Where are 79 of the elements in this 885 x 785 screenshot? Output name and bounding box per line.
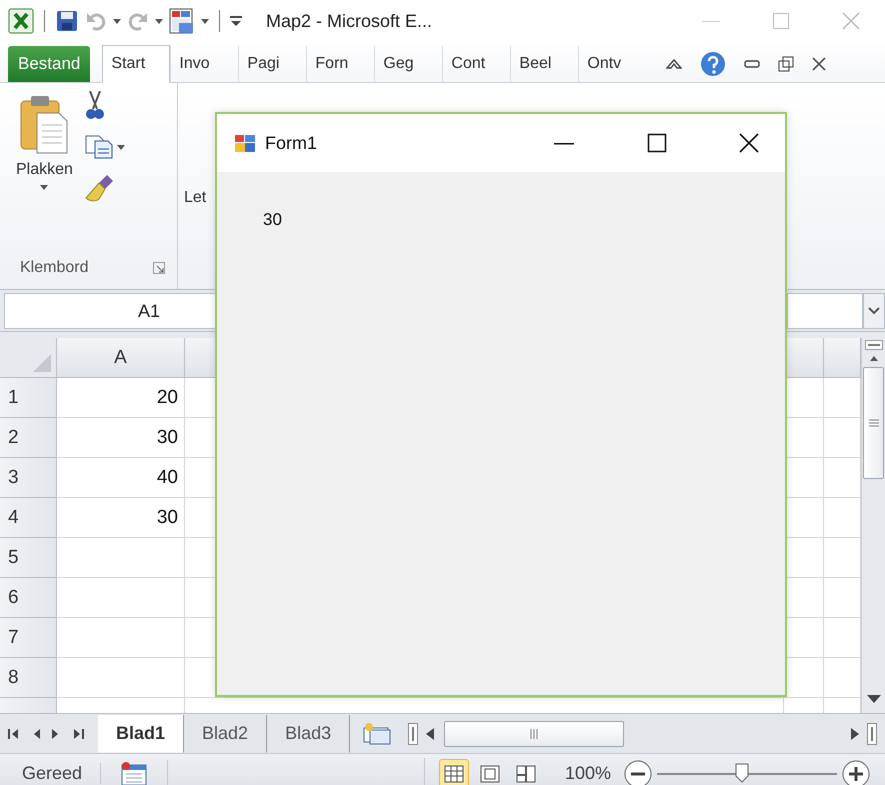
row-header[interactable]: 3 <box>0 458 57 498</box>
form-icon[interactable] <box>169 8 195 34</box>
last-sheet-icon[interactable] <box>72 728 84 740</box>
split-handle-icon[interactable] <box>864 340 882 350</box>
status-text: Gereed <box>0 763 102 784</box>
scroll-thumb[interactable] <box>444 720 624 746</box>
save-icon[interactable] <box>55 9 79 33</box>
formula-field[interactable] <box>787 292 863 328</box>
table-cell: 20 <box>57 378 185 418</box>
ribbon-tab[interactable]: Invo <box>170 46 238 82</box>
help-icon[interactable] <box>700 51 726 77</box>
table-cell: 30 <box>57 498 185 538</box>
ribbon-tab[interactable]: Start <box>102 45 170 83</box>
zoom-out-button[interactable] <box>623 758 653 785</box>
close-icon[interactable] <box>739 133 759 153</box>
brush-icon[interactable] <box>84 173 115 203</box>
group-label: Klembord <box>20 259 88 277</box>
window-title: Map2 - Microsoft E... <box>266 10 432 32</box>
excel-icon[interactable] <box>8 8 34 34</box>
scroll-up-icon[interactable] <box>870 356 878 361</box>
form-icon <box>235 133 255 153</box>
ribbon-tab[interactable]: Ontv <box>578 46 646 82</box>
minimize-icon[interactable] <box>744 58 760 70</box>
new-sheet-icon[interactable] <box>362 722 392 746</box>
split-handle-icon[interactable] <box>867 722 877 744</box>
next-sheet-icon[interactable] <box>52 728 60 740</box>
ribbon-tab[interactable]: Beel <box>510 46 578 82</box>
caret-icon[interactable] <box>113 18 121 24</box>
row-header[interactable]: 8 <box>0 658 57 698</box>
ribbon-tab[interactable]: Pagi <box>238 46 306 82</box>
paste-label: Plakken <box>16 161 73 179</box>
row-header[interactable]: 4 <box>0 498 57 538</box>
zoom-slider-thumb[interactable] <box>734 762 749 782</box>
caret-icon[interactable] <box>116 144 125 150</box>
table-cell: 30 <box>57 418 185 458</box>
zoom-in-button[interactable] <box>841 758 871 785</box>
restore-icon[interactable] <box>778 56 794 72</box>
split-handle-icon[interactable] <box>408 722 418 744</box>
row-header[interactable]: 2 <box>0 418 57 458</box>
row-header[interactable]: 1 <box>0 378 57 418</box>
scroll-down-icon[interactable] <box>866 695 880 703</box>
collapse-icon[interactable] <box>666 58 682 70</box>
maximize-icon[interactable] <box>647 133 667 153</box>
group-label: Let <box>183 188 206 208</box>
value-label: 30 <box>263 210 282 229</box>
caret-icon <box>40 185 48 190</box>
dialog-title: Form1 <box>265 132 318 154</box>
scroll-right-icon[interactable] <box>851 728 859 740</box>
normal-view-button[interactable] <box>438 758 469 785</box>
customize-icon[interactable] <box>230 15 242 27</box>
macro-record-icon[interactable] <box>121 762 148 785</box>
ribbon-tab[interactable]: Forn <box>306 46 374 82</box>
triangle-icon <box>32 353 52 373</box>
scroll-thumb[interactable] <box>863 367 884 479</box>
ribbon-tab[interactable]: Geg <box>374 46 442 82</box>
table-cell: 40 <box>57 458 185 498</box>
scissors-icon[interactable] <box>84 91 105 121</box>
chevron-icon <box>868 306 880 314</box>
ribbon-tab[interactable]: Cont <box>442 46 510 82</box>
grip-icon <box>868 419 878 427</box>
caret-icon[interactable] <box>155 18 163 24</box>
first-sheet-icon[interactable] <box>8 728 20 740</box>
launcher-icon[interactable] <box>153 262 165 274</box>
row-header[interactable]: 7 <box>0 618 57 658</box>
caret-icon[interactable] <box>201 18 209 24</box>
file-tab[interactable]: Bestand <box>8 46 90 82</box>
clipboard-icon <box>19 93 70 155</box>
previous-sheet-icon[interactable] <box>32 728 40 740</box>
expand-button[interactable] <box>863 292 885 328</box>
close-icon[interactable] <box>812 57 826 71</box>
paste-button[interactable]: Plakken <box>0 83 81 259</box>
scroll-left-icon[interactable] <box>426 728 434 740</box>
row-header[interactable]: 6 <box>0 578 57 618</box>
copy-icon[interactable] <box>84 135 113 159</box>
grip-icon <box>530 728 538 738</box>
zoom-level[interactable]: 100% <box>564 763 611 784</box>
sheet-tab[interactable]: Blad1 <box>98 714 184 752</box>
row-header[interactable]: 5 <box>0 538 57 578</box>
column-header[interactable]: A <box>57 338 185 378</box>
